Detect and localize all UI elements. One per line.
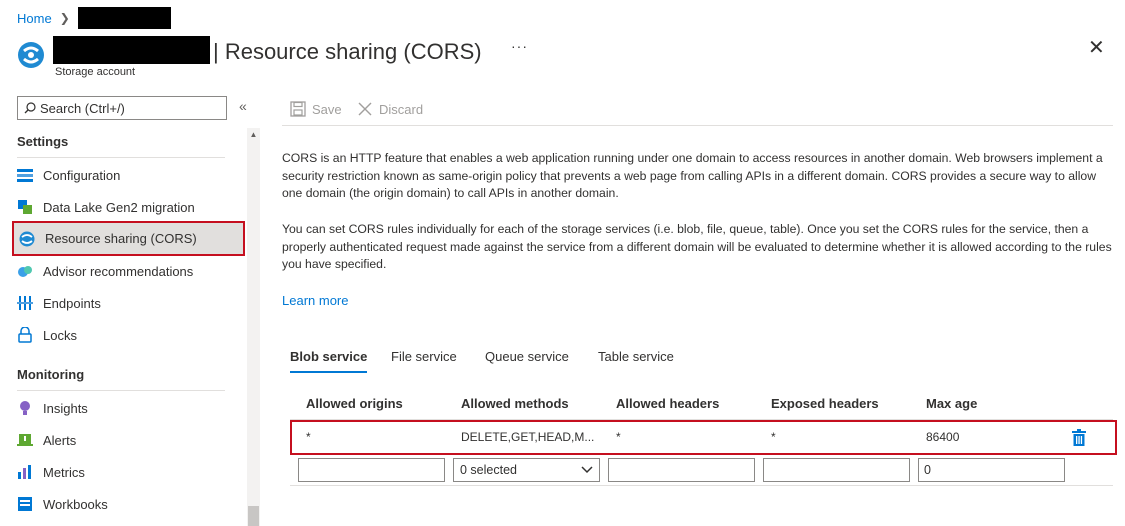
lock-icon	[17, 327, 33, 343]
chevron-right-icon: ❯	[59, 11, 70, 25]
cell-exposed-headers: *	[771, 430, 776, 444]
configuration-icon	[17, 167, 33, 183]
sidebar-item-endpoints[interactable]: Endpoints	[12, 286, 245, 320]
storage-account-icon	[17, 41, 45, 72]
scroll-up-arrow-icon[interactable]: ▲	[247, 128, 260, 142]
discard-icon	[358, 102, 372, 116]
workbooks-icon	[17, 496, 33, 512]
sidebar-item-label: Configuration	[43, 167, 121, 183]
sidebar-item-label: Data Lake Gen2 migration	[43, 199, 195, 215]
column-header-max-age: Max age	[926, 396, 978, 411]
search-icon	[24, 102, 36, 114]
page-subtitle: Storage account	[55, 66, 136, 78]
redacted-resource-name	[53, 36, 210, 64]
active-tab-indicator	[290, 371, 367, 373]
cors-description-paragraph: CORS is an HTTP feature that enables a w…	[282, 151, 1103, 200]
tab-blob-service[interactable]: Blob service	[290, 349, 367, 364]
column-header-allowed-methods: Allowed methods	[461, 396, 569, 411]
sidebar-item-label: Metrics	[43, 464, 85, 480]
sidebar-item-label: Locks	[43, 327, 77, 343]
scrollbar-thumb[interactable]	[248, 506, 259, 526]
sidebar-item-data-lake-gen2-migration[interactable]: Data Lake Gen2 migration	[12, 190, 245, 224]
sidebar-item-configuration[interactable]: Configuration	[12, 158, 245, 192]
tab-file-service[interactable]: File service	[391, 349, 457, 364]
new-allowed-origins-input[interactable]	[298, 458, 445, 482]
cors-rules-paragraph: You can set CORS rules individually for …	[282, 222, 1112, 271]
breadcrumb: Home ❯	[17, 7, 171, 29]
sidebar-item-label: Workbooks	[43, 496, 108, 512]
new-allowed-headers-input[interactable]	[608, 458, 755, 482]
sidebar-item-alerts[interactable]: Alerts	[12, 423, 245, 457]
sidebar-item-locks[interactable]: Locks	[12, 318, 245, 352]
sidebar-item-resource-sharing-cors[interactable]: Resource sharing (CORS)	[12, 221, 245, 256]
cell-allowed-headers: *	[616, 430, 621, 444]
page-title: | Resource sharing (CORS)	[213, 39, 482, 64]
search-placeholder: Search (Ctrl+/)	[40, 100, 125, 116]
column-header-allowed-origins: Allowed origins	[306, 396, 403, 411]
breadcrumb-home-link[interactable]: Home	[17, 11, 52, 26]
discard-label: Discard	[379, 101, 424, 117]
cell-allowed-origins: *	[306, 430, 311, 444]
learn-more-link[interactable]: Learn more	[282, 293, 348, 308]
sidebar-item-label: Alerts	[43, 432, 77, 448]
data-lake-icon	[17, 199, 33, 215]
metrics-icon	[17, 464, 33, 480]
discard-button[interactable]: Discard	[357, 99, 423, 119]
sidebar-item-workbooks[interactable]: Workbooks	[12, 487, 245, 521]
cell-allowed-methods: DELETE,GET,HEAD,M...	[461, 430, 595, 444]
collapse-sidebar-button[interactable]: «	[239, 98, 247, 114]
sidebar-item-label: Insights	[43, 400, 88, 416]
redacted-breadcrumb	[77, 7, 171, 29]
sidebar-item-insights[interactable]: Insights	[12, 391, 245, 425]
allowed-methods-selected-value: 0 selected	[460, 463, 517, 477]
endpoints-icon	[17, 295, 33, 311]
alerts-icon	[17, 432, 33, 448]
page-title-row: | Resource sharing (CORS)	[213, 36, 482, 68]
sidebar-item-metrics[interactable]: Metrics	[12, 455, 245, 489]
toolbar-divider	[282, 125, 1113, 126]
cors-icon	[19, 231, 35, 247]
table-row[interactable]	[290, 420, 1117, 455]
sidebar-scrollbar[interactable]	[247, 128, 260, 526]
save-button[interactable]: Save	[290, 99, 342, 119]
tab-table-service[interactable]: Table service	[598, 349, 674, 364]
save-icon	[290, 101, 306, 117]
new-max-age-input[interactable]	[918, 458, 1065, 482]
section-title-settings: Settings	[17, 134, 69, 149]
sidebar-item-advisor-recommendations[interactable]: Advisor recommendations	[12, 254, 245, 288]
search-input[interactable]: Search (Ctrl+/)	[17, 96, 227, 120]
insights-icon	[17, 400, 33, 416]
sidebar-item-label: Endpoints	[43, 295, 101, 311]
column-header-allowed-headers: Allowed headers	[616, 396, 720, 411]
chevron-down-icon	[581, 466, 593, 474]
new-allowed-methods-select[interactable]: 0 selected	[453, 458, 600, 482]
cell-max-age: 86400	[926, 430, 960, 444]
more-actions-button[interactable]: ···	[511, 38, 528, 54]
advisor-icon	[17, 263, 33, 279]
tab-queue-service[interactable]: Queue service	[485, 349, 569, 364]
close-icon[interactable]: ✕	[1088, 38, 1105, 58]
sidebar-item-label: Advisor recommendations	[43, 263, 194, 279]
save-label: Save	[312, 101, 342, 117]
delete-row-trash-icon[interactable]	[1072, 429, 1086, 449]
section-title-monitoring: Monitoring	[17, 367, 85, 382]
table-footer-divider	[290, 485, 1113, 486]
column-header-exposed-headers: Exposed headers	[771, 396, 879, 411]
new-exposed-headers-input[interactable]	[763, 458, 910, 482]
sidebar-item-label: Resource sharing (CORS)	[45, 231, 197, 246]
